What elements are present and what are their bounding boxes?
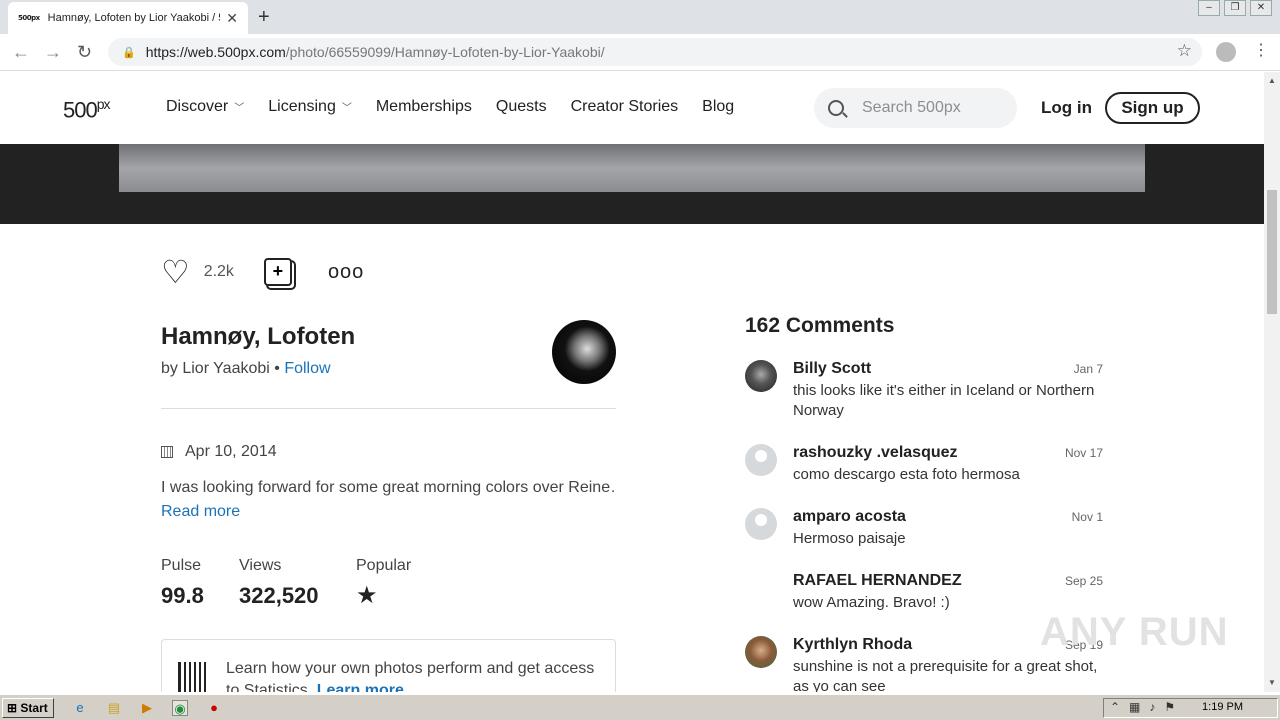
site-header: 500px Discover ﹀ Licensing ﹀ Memberships Q… — [0, 72, 1264, 144]
comment-text: sunshine is not a prerequisite for a gre… — [793, 658, 1098, 692]
author-avatar[interactable] — [552, 320, 616, 384]
search-placeholder: Search 500px — [862, 99, 961, 116]
commenter-avatar[interactable] — [745, 508, 777, 540]
chevron-down-icon: ﹀ — [234, 103, 245, 114]
commenter-name[interactable]: RAFAEL HERNANDEZ — [793, 572, 962, 590]
comment-date: Nov 1 — [1071, 510, 1103, 524]
photo-date: Apr 10, 2014 — [161, 443, 277, 461]
comment-item: Billy Scott Jan 7 this looks like it's e… — [745, 360, 1103, 420]
photo-description: I was looking forward for some great mor… — [161, 479, 616, 496]
commenter-avatar[interactable] — [745, 636, 777, 668]
restore-icon[interactable]: ❐ — [1224, 0, 1246, 16]
tray-icons[interactable]: ⌃▦♪⚑ — [1110, 700, 1184, 714]
scroll-down-icon[interactable]: ▼ — [1268, 678, 1276, 687]
comment-date: Sep 25 — [1064, 574, 1103, 588]
folder-icon[interactable]: ▤ — [106, 700, 122, 716]
follow-link[interactable]: Follow — [284, 360, 330, 377]
scroll-up-icon[interactable]: ▲ — [1268, 76, 1276, 85]
commenter-name[interactable]: amparo acosta — [793, 508, 906, 526]
commenter-name[interactable]: Billy Scott — [793, 360, 871, 378]
divider — [161, 408, 616, 409]
comment-item: rashouzky .velasquez Nov 17 como descarg… — [745, 444, 1103, 488]
back-icon[interactable]: ← — [12, 42, 30, 63]
clock: 1:19 PM — [1202, 701, 1243, 713]
close-window-icon[interactable]: ✕ — [1250, 0, 1272, 16]
read-more-link[interactable]: Read more — [161, 503, 240, 521]
comment-item: amparo acosta Nov 1 Hermoso paisaje — [745, 508, 1103, 552]
signup-button[interactable]: Sign up — [1105, 92, 1200, 124]
nav-discover[interactable]: Discover ﹀ — [166, 98, 244, 116]
bookmark-star-icon[interactable]: ☆ — [1177, 41, 1192, 61]
reload-icon[interactable]: ↻ — [77, 42, 92, 63]
popular-star-icon: ★ — [356, 582, 378, 609]
comment-text: como descargo esta foto hermosa — [793, 466, 1020, 483]
lock-icon: 🔒 — [122, 46, 136, 59]
like-heart-icon[interactable]: ♡ — [161, 256, 190, 288]
photo-actions: ♡ 2.2k + ooo — [161, 256, 364, 288]
address-bar[interactable]: 🔒 https://web.500px.com/photo/66559099/H… — [108, 38, 1202, 66]
comment-date: Nov 17 — [1064, 446, 1103, 460]
nav-creator-stories[interactable]: Creator Stories — [571, 98, 679, 116]
more-options-icon[interactable]: ooo — [328, 261, 364, 284]
window-controls: – ❐ ✕ — [1198, 0, 1272, 16]
browser-menu-icon[interactable]: ⋮ — [1253, 40, 1269, 60]
statistics-promo: Learn how your own photos perform and ge… — [161, 639, 616, 692]
ie-icon[interactable]: e — [72, 700, 88, 716]
stop-icon[interactable]: ● — [206, 700, 222, 716]
add-to-gallery-button[interactable]: + — [263, 258, 292, 286]
taskbar: ⊞ Start e ▤ ▶ ◉ ● ⌃▦♪⚑ 1:19 PM — [0, 694, 1280, 720]
windows-logo-icon: ⊞ — [7, 701, 18, 715]
photo-band — [0, 144, 1264, 224]
new-tab-button[interactable]: + — [258, 6, 270, 29]
profile-avatar-icon[interactable] — [1216, 42, 1236, 62]
nav-licensing[interactable]: Licensing ﹀ — [268, 98, 352, 116]
apple-logo-icon[interactable] — [745, 572, 777, 604]
nav-memberships[interactable]: Memberships — [376, 98, 472, 116]
photo-byline: by Lior Yaakobi • Follow — [161, 360, 331, 377]
stat-views: Views 322,520 — [239, 557, 319, 608]
main-nav: Discover ﹀ Licensing ﹀ Memberships Quests … — [166, 98, 734, 116]
site-logo[interactable]: 500px — [63, 96, 111, 123]
tab-strip: 500px Hamnøy, Lofoten by Lior Yaakobi / … — [0, 0, 1280, 34]
learn-more-link[interactable]: Learn more — [317, 682, 404, 692]
search-icon — [828, 100, 844, 116]
commenter-avatar[interactable] — [745, 444, 777, 476]
commenter-name[interactable]: Kyrthlyn Rhoda — [793, 636, 912, 654]
photo-image[interactable] — [119, 144, 1145, 192]
anyrun-watermark: ANY RUN — [1040, 610, 1229, 654]
calendar-icon — [161, 446, 173, 458]
stat-popular: Popular ★ — [356, 557, 412, 609]
minimize-icon[interactable]: – — [1198, 0, 1220, 16]
chevron-down-icon: ﹀ — [341, 103, 352, 114]
nav-quests[interactable]: Quests — [496, 98, 547, 116]
forward-icon[interactable]: → — [44, 42, 62, 63]
tab-close-icon[interactable]: ✕ — [226, 10, 238, 27]
commenter-name[interactable]: rashouzky .velasquez — [793, 444, 958, 462]
browser-toolbar: ← → ↻ 🔒 https://web.500px.com/photo/6655… — [0, 34, 1280, 71]
nav-blog[interactable]: Blog — [702, 98, 734, 116]
search-input[interactable]: Search 500px — [814, 88, 1017, 128]
photo-title: Hamnøy, Lofoten — [161, 323, 356, 350]
favicon-500px-icon: 500px — [18, 14, 40, 22]
start-button[interactable]: ⊞ Start — [2, 698, 54, 718]
comment-text: Hermoso paisaje — [793, 530, 906, 547]
comment-text: this looks like it's either in Iceland o… — [793, 382, 1095, 419]
comments-title: 162 Comments — [745, 314, 895, 337]
like-count: 2.2k — [203, 263, 234, 280]
media-player-icon[interactable]: ▶ — [139, 700, 155, 716]
browser-tab[interactable]: 500px Hamnøy, Lofoten by Lior Yaakobi / … — [8, 2, 248, 34]
login-link[interactable]: Log in — [1041, 98, 1092, 118]
bar-chart-icon — [178, 662, 208, 692]
comment-date: Jan 7 — [1073, 362, 1103, 376]
chrome-icon[interactable]: ◉ — [172, 700, 188, 716]
tab-title: Hamnøy, Lofoten by Lior Yaakobi / 5 — [47, 12, 221, 24]
page-viewport: 500px Discover ﹀ Licensing ﹀ Memberships Q… — [0, 72, 1264, 692]
page-scrollbar[interactable]: ▲ ▼ — [1264, 72, 1280, 692]
url-text: https://web.500px.com/photo/66559099/Ham… — [145, 44, 605, 60]
scrollbar-thumb[interactable] — [1267, 190, 1277, 314]
commenter-avatar[interactable] — [745, 360, 777, 392]
system-tray: ⌃▦♪⚑ 1:19 PM — [1103, 698, 1278, 718]
stat-pulse: Pulse 99.8 — [161, 557, 204, 608]
